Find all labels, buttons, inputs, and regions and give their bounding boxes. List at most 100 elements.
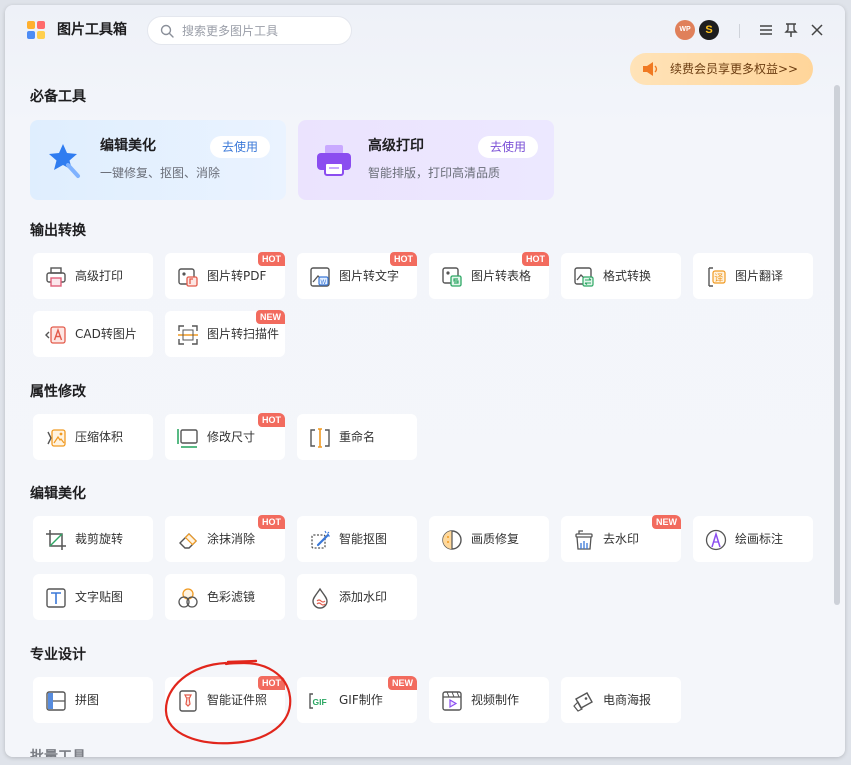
tool-image-to-pdf[interactable]: 图片转PDF HOT bbox=[165, 252, 285, 299]
image-text-icon: W bbox=[310, 267, 330, 287]
scrollbar-thumb[interactable] bbox=[834, 85, 840, 605]
search-box[interactable] bbox=[147, 16, 352, 45]
tool-label: 添加水印 bbox=[339, 590, 388, 604]
crop-icon bbox=[46, 530, 66, 550]
tool-format-convert[interactable]: 格式转换 bbox=[561, 253, 681, 299]
app-title: 图片工具箱 bbox=[57, 22, 127, 38]
speaker-icon bbox=[643, 62, 658, 76]
tool-label: 去水印 bbox=[603, 532, 640, 546]
section-title-essential: 必备工具 bbox=[30, 89, 86, 105]
tool-label: 高级打印 bbox=[75, 269, 124, 283]
tool-label: 修改尺寸 bbox=[207, 430, 256, 444]
hot-badge: HOT bbox=[390, 252, 417, 266]
use-button-print[interactable]: 去使用 bbox=[478, 136, 538, 158]
new-badge: NEW bbox=[256, 310, 285, 324]
hot-badge: HOT bbox=[258, 676, 285, 690]
close-icon bbox=[811, 24, 823, 36]
section-title-design: 专业设计 bbox=[30, 647, 86, 663]
hot-badge: HOT bbox=[258, 515, 285, 529]
hamburger-icon bbox=[760, 25, 772, 35]
tool-label: 重命名 bbox=[339, 430, 376, 444]
rename-icon bbox=[310, 428, 330, 448]
tool-label: 图片转文字 bbox=[339, 269, 400, 283]
collage-icon bbox=[46, 691, 66, 711]
tool-text-sticker[interactable]: 文字贴图 bbox=[33, 574, 153, 620]
tool-label: GIF制作 bbox=[339, 693, 383, 707]
tool-label: 智能证件照 bbox=[207, 693, 268, 707]
annotate-icon bbox=[705, 529, 727, 551]
tool-quality-restore[interactable]: 画质修复 bbox=[429, 516, 549, 562]
tool-label: 压缩体积 bbox=[75, 430, 124, 444]
tool-label: 图片转扫描件 bbox=[207, 327, 280, 341]
hot-badge: HOT bbox=[258, 252, 285, 266]
search-input[interactable] bbox=[182, 21, 342, 41]
cutout-icon bbox=[311, 530, 330, 549]
close-button[interactable] bbox=[808, 21, 826, 39]
tool-color-filter[interactable]: 色彩滤镜 bbox=[165, 574, 285, 620]
color-filter-icon bbox=[178, 588, 198, 608]
section-title-edit: 编辑美化 bbox=[30, 486, 86, 502]
wps-avatar-badge[interactable]: WP bbox=[675, 20, 695, 40]
poster-icon bbox=[573, 692, 593, 712]
tool-cad-to-image[interactable]: CAD转图片 bbox=[33, 311, 153, 357]
tool-image-to-scan[interactable]: 图片转扫描件 NEW bbox=[165, 310, 285, 357]
use-button-edit[interactable]: 去使用 bbox=[210, 136, 270, 158]
tool-add-watermark[interactable]: 添加水印 bbox=[297, 574, 417, 620]
tool-label: 格式转换 bbox=[603, 269, 652, 283]
new-badge: NEW bbox=[652, 515, 681, 529]
svg-text:W: W bbox=[321, 280, 327, 286]
cad-icon bbox=[45, 326, 66, 344]
tool-smart-id-photo[interactable]: 智能证件照 HOT bbox=[165, 676, 285, 723]
tool-label: 视频制作 bbox=[471, 693, 520, 707]
tool-collage[interactable]: 拼图 bbox=[33, 677, 153, 723]
tool-ecommerce-poster[interactable]: 电商海报 bbox=[561, 677, 681, 723]
app-logo-icon bbox=[27, 21, 45, 39]
tool-image-to-table[interactable]: 图片转表格 HOT bbox=[429, 252, 549, 299]
text-sticker-icon bbox=[46, 588, 66, 608]
menu-button[interactable] bbox=[757, 21, 775, 39]
format-convert-icon bbox=[574, 267, 594, 287]
vip-renew-banner[interactable]: 续费会员享更多权益>> bbox=[630, 53, 813, 85]
resize-icon bbox=[177, 429, 198, 448]
featured-desc: 智能排版，打印高清品质 bbox=[368, 166, 501, 180]
featured-card-print[interactable]: 高级打印 智能排版，打印高清品质 去使用 bbox=[298, 120, 554, 200]
svg-text:GIF: GIF bbox=[313, 697, 327, 707]
pin-icon bbox=[784, 23, 798, 37]
coin-badge[interactable]: S bbox=[699, 20, 719, 40]
tool-crop-rotate[interactable]: 裁剪旋转 bbox=[33, 516, 153, 562]
featured-card-edit[interactable]: 编辑美化 一键修复、抠图、消除 去使用 bbox=[30, 120, 286, 200]
tool-advanced-print[interactable]: 高级打印 bbox=[33, 253, 153, 299]
tool-label: 裁剪旋转 bbox=[75, 532, 124, 546]
compress-icon bbox=[47, 429, 66, 447]
pin-button[interactable] bbox=[782, 21, 800, 39]
section-title-attributes: 属性修改 bbox=[30, 384, 86, 400]
tool-label: 拼图 bbox=[75, 693, 100, 707]
tool-resize[interactable]: 修改尺寸 HOT bbox=[165, 413, 285, 460]
tool-label: 画质修复 bbox=[471, 532, 520, 546]
gif-icon: GIF bbox=[309, 693, 327, 709]
tool-smart-cutout[interactable]: 智能抠图 bbox=[297, 516, 417, 562]
tool-draw-annotate[interactable]: 绘画标注 bbox=[693, 516, 813, 562]
hot-badge: HOT bbox=[522, 252, 549, 266]
tool-label: CAD转图片 bbox=[75, 327, 137, 341]
search-icon bbox=[160, 24, 174, 38]
tool-image-translate[interactable]: 译 图片翻译 bbox=[693, 253, 813, 299]
tool-rename[interactable]: 重命名 bbox=[297, 414, 417, 460]
tool-label: 图片翻译 bbox=[735, 269, 784, 283]
tool-image-to-text[interactable]: W 图片转文字 HOT bbox=[297, 252, 417, 299]
tool-label: 图片转表格 bbox=[471, 269, 532, 283]
scrollbar[interactable] bbox=[834, 85, 840, 605]
tool-video-maker[interactable]: 视频制作 bbox=[429, 677, 549, 723]
printer-icon bbox=[46, 267, 66, 287]
featured-desc: 一键修复、抠图、消除 bbox=[100, 166, 221, 180]
tool-gif-maker[interactable]: GIF GIF制作 NEW bbox=[297, 676, 417, 723]
printer-big-icon bbox=[317, 145, 351, 176]
tool-label: 电商海报 bbox=[603, 693, 652, 707]
tool-compress[interactable]: 压缩体积 bbox=[33, 414, 153, 460]
tool-remove-watermark[interactable]: 去水印 NEW bbox=[561, 515, 681, 562]
table-icon bbox=[442, 267, 462, 287]
video-icon bbox=[442, 691, 462, 711]
tool-smear-erase[interactable]: 涂抹消除 HOT bbox=[165, 515, 285, 562]
eraser-icon bbox=[179, 533, 197, 549]
magic-star-icon bbox=[49, 144, 80, 178]
